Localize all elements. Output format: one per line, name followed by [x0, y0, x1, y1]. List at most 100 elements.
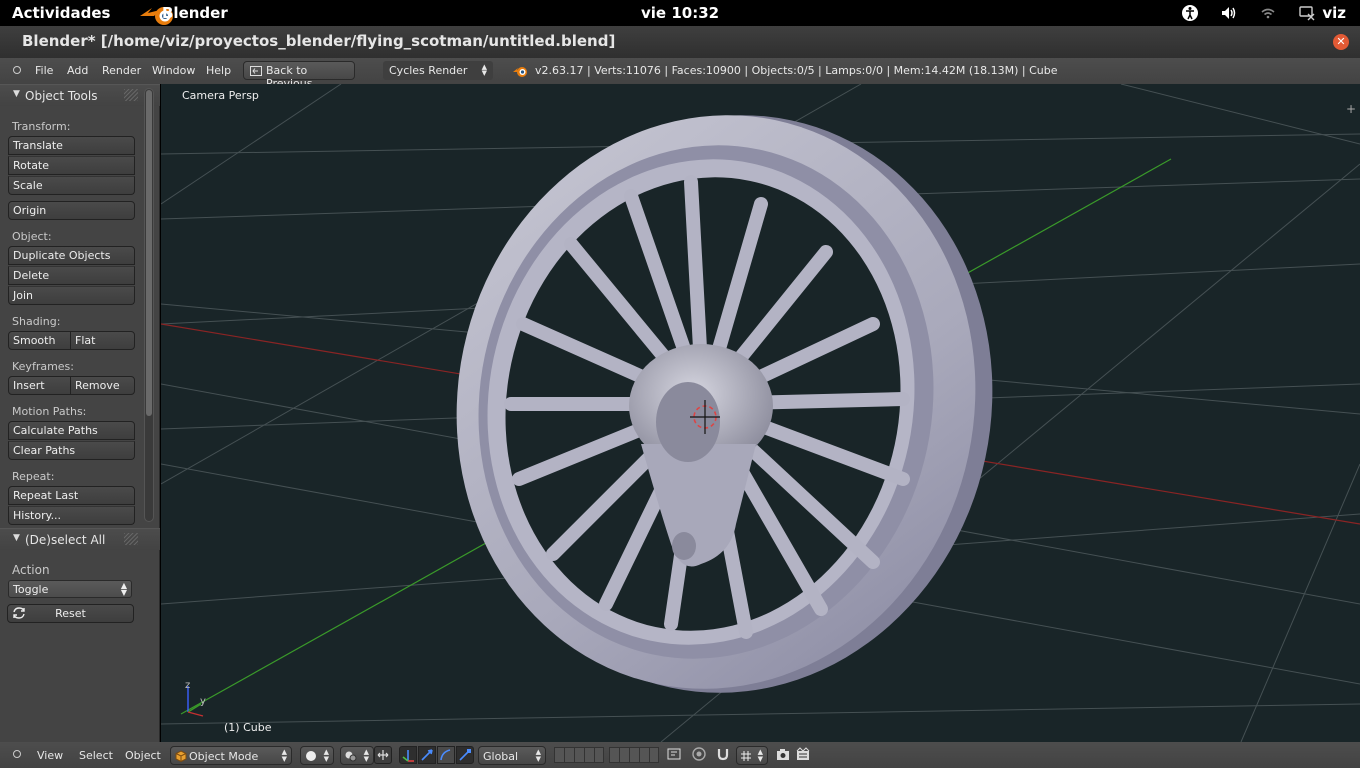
object-label: Object: [12, 230, 52, 243]
action-value: Toggle [13, 583, 49, 596]
mode-label: Object Mode [189, 750, 259, 763]
window-title-bar[interactable]: Blender* [/home/viz/proyectos_blender/fl… [0, 26, 1360, 58]
menu-file[interactable]: File [35, 64, 53, 77]
origin-button[interactable]: Origin [8, 201, 135, 220]
scrollbar-thumb[interactable] [146, 90, 152, 416]
keyframes-label: Keyframes: [12, 360, 74, 373]
accessibility-icon[interactable] [1179, 2, 1201, 24]
solid-shading-icon [306, 751, 316, 761]
gnome-top-bar: Actividades Blender vie 10:32 viz [0, 0, 1360, 26]
close-icon[interactable]: ✕ [1333, 34, 1349, 50]
axis-gizmo-y-label: y [200, 696, 206, 707]
panel-grip-icon[interactable] [124, 89, 138, 101]
3d-viewport[interactable]: Camera Persp z y (1) Cube + [161, 84, 1360, 742]
snap-increment-icon [741, 751, 751, 761]
reset-icon [13, 607, 25, 619]
transform-orientation-select[interactable]: Global ▲ ▼ [478, 746, 546, 765]
layers-grid-a[interactable] [554, 747, 604, 763]
insert-keyframe-button[interactable]: Insert [8, 376, 71, 395]
menu-help[interactable]: Help [206, 64, 231, 77]
panel-collapse-icon: ▼ [13, 533, 20, 543]
network-icon[interactable] [1257, 2, 1279, 24]
scene-stats: v2.63.17 | Verts:11076 | Faces:10900 | O… [535, 64, 1058, 77]
spinner-arrows-icon: ▲ ▼ [120, 581, 127, 597]
remove-keyframe-button[interactable]: Remove [70, 376, 135, 395]
reset-label: Reset [55, 607, 86, 620]
view-perspective-label: Camera Persp [182, 89, 259, 102]
orientation-label: Global [483, 750, 519, 763]
pivot-point-select[interactable]: ▲ ▼ [340, 746, 374, 765]
manipulator-toggle-icon[interactable] [374, 746, 392, 764]
menu-window[interactable]: Window [152, 64, 195, 77]
render-engine-label: Cycles Render [389, 64, 468, 77]
editor-type-handle-icon[interactable] [13, 66, 21, 74]
back-to-previous-button[interactable]: Back to Previous [243, 61, 355, 90]
flat-button[interactable]: Flat [70, 331, 135, 350]
app-menu-blender[interactable]: Blender [162, 4, 228, 22]
render-still-icon[interactable] [775, 746, 793, 764]
snap-element-select[interactable]: ▲ ▼ [736, 746, 768, 765]
delete-button[interactable]: Delete [8, 266, 135, 285]
spinner-arrows-icon: ▲ ▼ [481, 63, 487, 77]
object-tools-panel-header[interactable]: ▼ Object Tools [0, 84, 160, 106]
object-tools-title: Object Tools [25, 89, 98, 103]
activities-button[interactable]: Actividades [12, 4, 110, 22]
clear-paths-button[interactable]: Clear Paths [8, 441, 135, 460]
mode-select[interactable]: Object Mode ▲ ▼ [170, 746, 292, 765]
motion-paths-label: Motion Paths: [12, 405, 87, 418]
render-animation-icon[interactable] [795, 746, 813, 764]
viewport-shading-select[interactable]: ▲ ▼ [300, 746, 334, 765]
system-tray: viz [1179, 0, 1360, 26]
back-icon [250, 66, 262, 76]
menu-render[interactable]: Render [102, 64, 141, 77]
user-presence-icon[interactable] [1296, 2, 1318, 24]
render-engine-select[interactable]: Cycles Render ▲ ▼ [383, 61, 493, 80]
menu-add[interactable]: Add [67, 64, 88, 77]
snap-magnet-icon[interactable] [715, 746, 733, 764]
translate-manipulator-icon[interactable] [399, 746, 417, 764]
clock[interactable]: vie 10:32 [641, 4, 719, 22]
deselect-all-title: (De)select All [25, 533, 106, 547]
menu-object[interactable]: Object [125, 749, 161, 762]
user-menu[interactable]: viz [1322, 4, 1346, 22]
scale-manipulator-icon[interactable] [437, 746, 455, 764]
tool-shelf-scrollbar[interactable] [144, 88, 154, 522]
panel-collapse-icon: ▼ [13, 89, 20, 99]
join-button[interactable]: Join [8, 286, 135, 305]
editor-type-handle-icon[interactable] [13, 750, 21, 758]
scale-manipulator-alt-icon[interactable] [456, 746, 474, 764]
action-dropdown[interactable]: Toggle ▲ ▼ [8, 580, 132, 598]
active-object-label: (1) Cube [224, 721, 272, 734]
viewport-split-icon[interactable]: + [1346, 102, 1356, 116]
transform-label: Transform: [12, 120, 71, 133]
pivot-icon [345, 751, 357, 762]
window-title: Blender* [/home/viz/proyectos_blender/fl… [22, 32, 616, 50]
rotate-manipulator-icon[interactable] [418, 746, 436, 764]
calculate-paths-button[interactable]: Calculate Paths [8, 421, 135, 440]
shading-label: Shading: [12, 315, 61, 328]
menu-select[interactable]: Select [79, 749, 113, 762]
deselect-all-panel-header[interactable]: ▼ (De)select All [0, 528, 160, 550]
info-header: File Add Render Window Help Back to Prev… [0, 58, 1360, 90]
action-label: Action [12, 563, 50, 577]
spinner-arrows-icon: ▲ ▼ [535, 748, 541, 763]
lock-camera-icon[interactable] [666, 746, 684, 764]
translate-button[interactable]: Translate [8, 136, 135, 155]
viewport-scene [161, 84, 1360, 742]
reset-button[interactable]: Reset [7, 604, 134, 623]
smooth-button[interactable]: Smooth [8, 331, 71, 350]
scale-button[interactable]: Scale [8, 176, 135, 195]
blender-info-icon [513, 67, 527, 77]
volume-icon[interactable] [1218, 2, 1240, 24]
panel-grip-icon[interactable] [124, 533, 138, 545]
layers-grid-b[interactable] [609, 747, 659, 763]
spinner-arrows-icon: ▲ ▼ [323, 748, 329, 763]
repeat-last-button[interactable]: Repeat Last [8, 486, 135, 505]
history-button[interactable]: History... [8, 506, 135, 525]
duplicate-objects-button[interactable]: Duplicate Objects [8, 246, 135, 265]
wheel-model [456, 115, 993, 693]
menu-view[interactable]: View [37, 749, 63, 762]
rotate-button[interactable]: Rotate [8, 156, 135, 175]
spinner-arrows-icon: ▲ ▼ [281, 748, 287, 763]
proportional-edit-icon[interactable] [691, 746, 709, 764]
